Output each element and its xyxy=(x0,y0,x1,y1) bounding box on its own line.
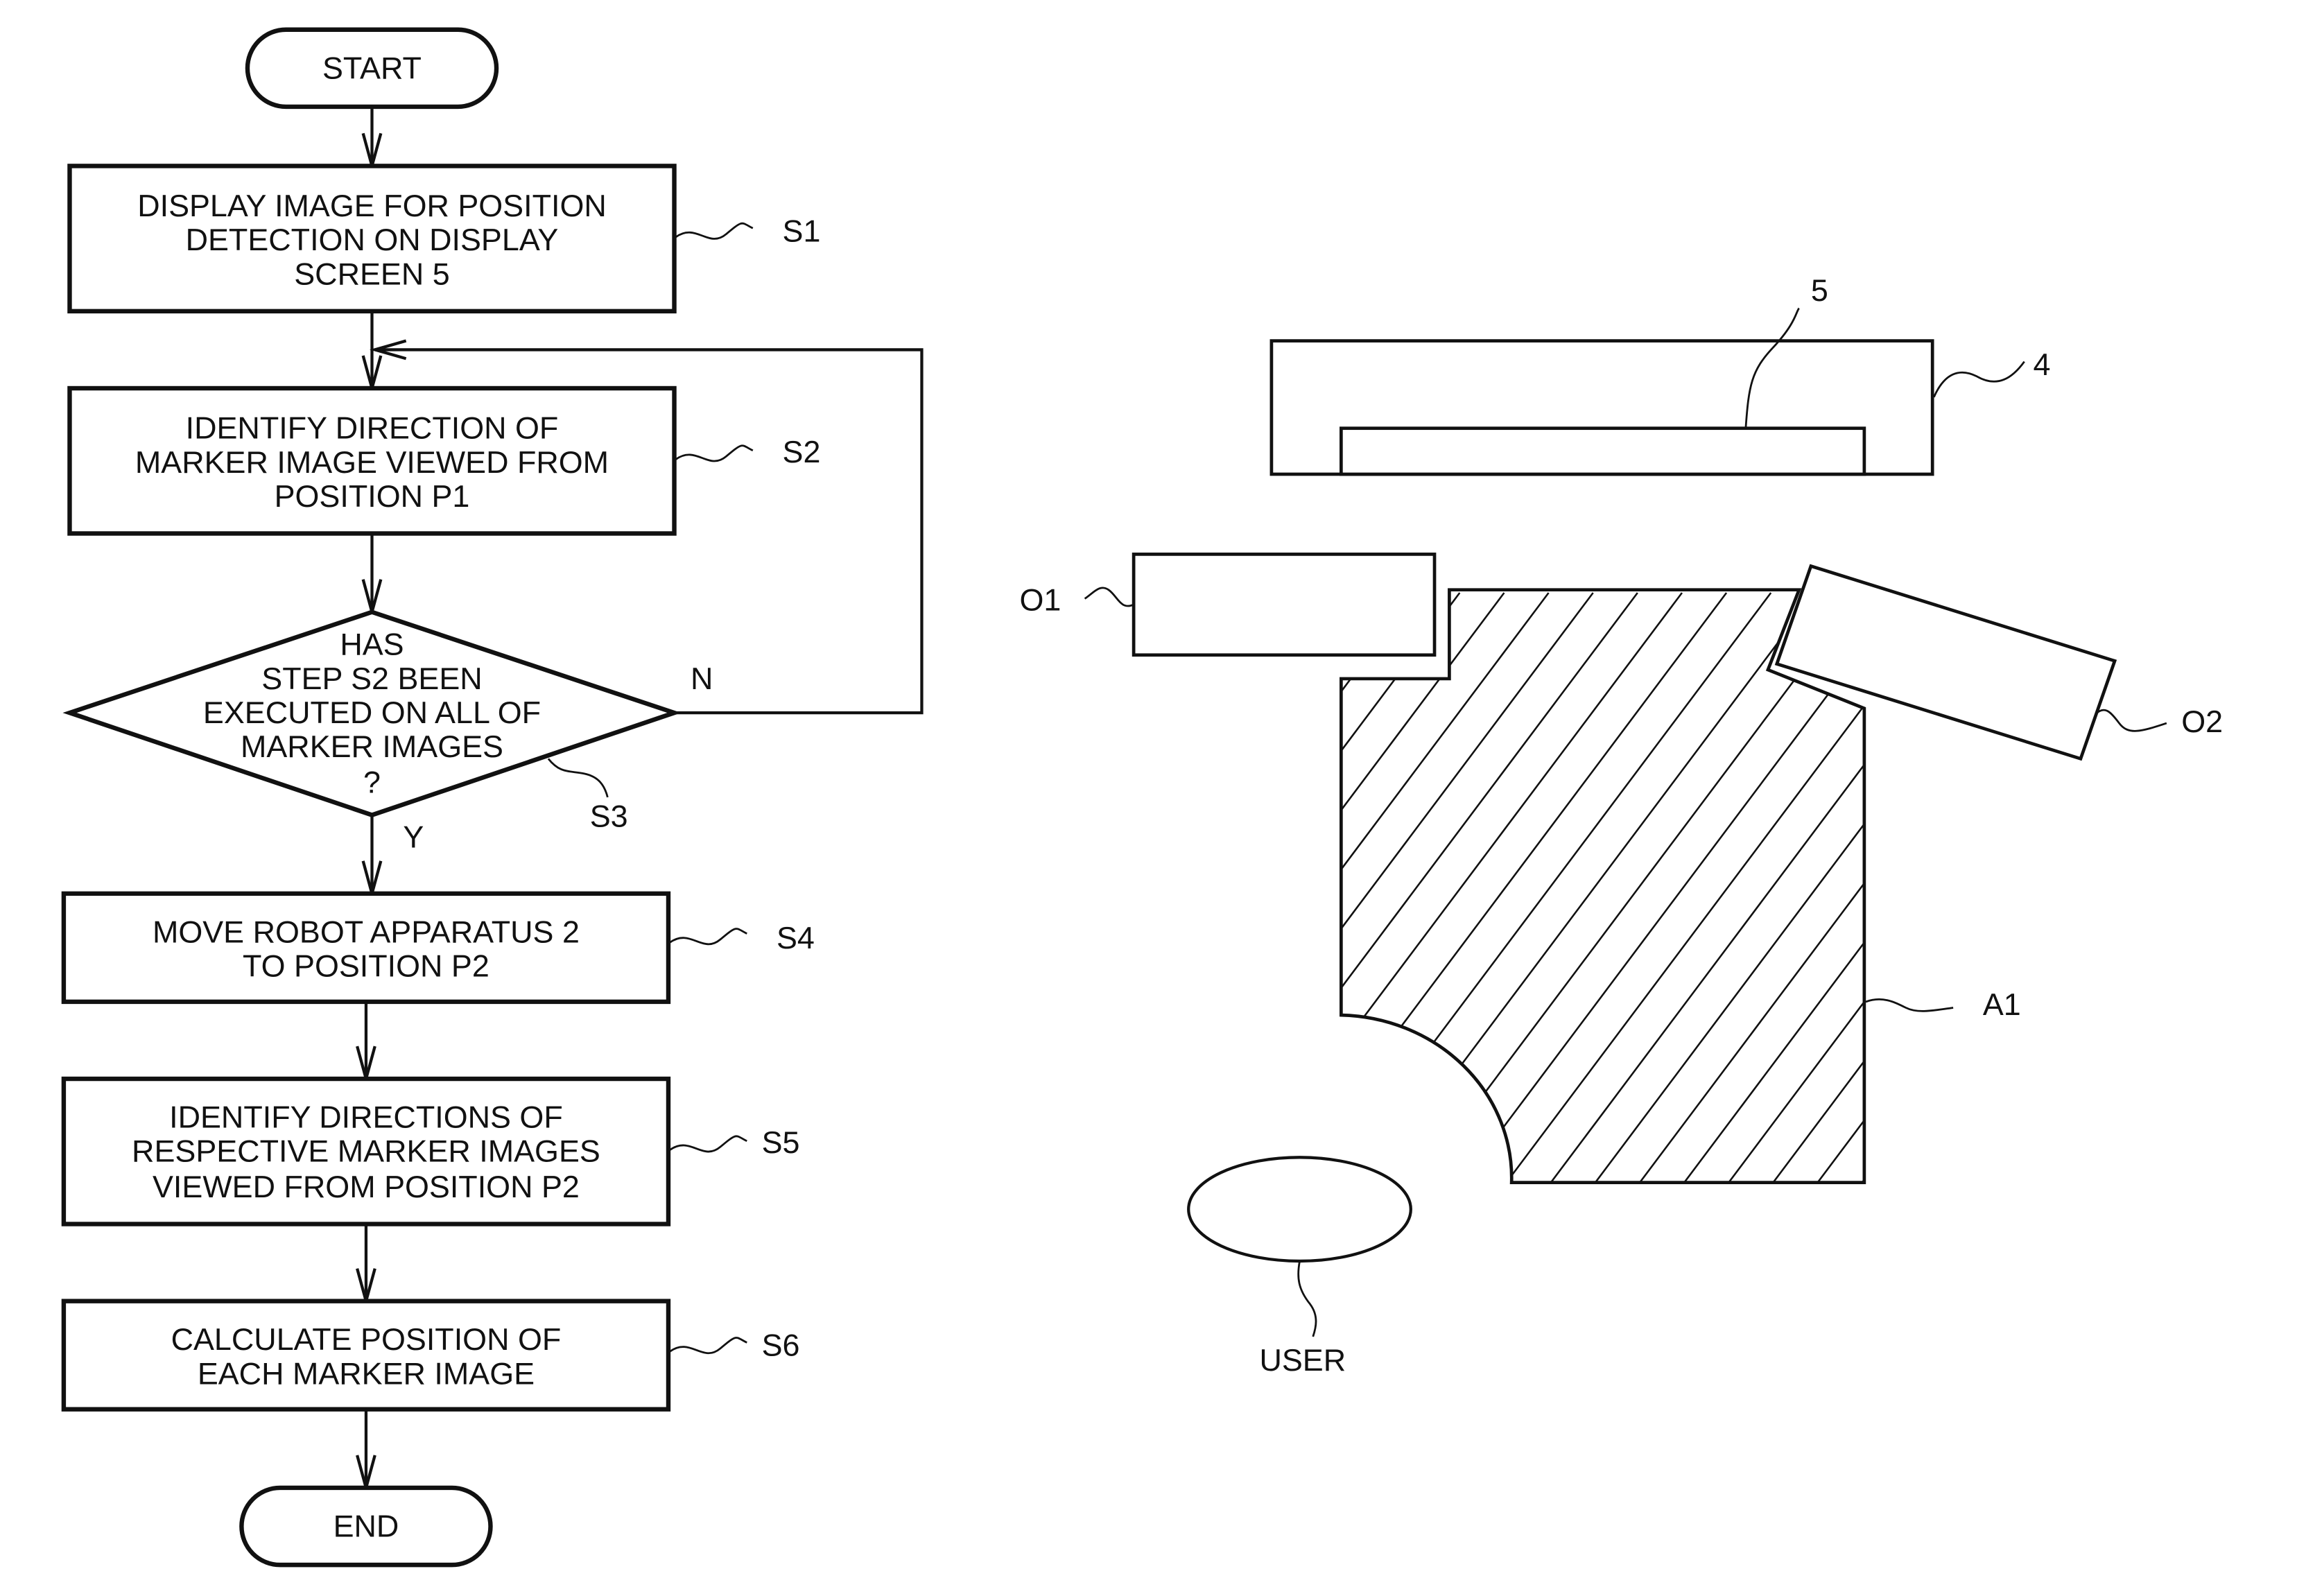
obstacle-o1-label: O1 xyxy=(1020,582,1061,618)
step-s5-line3: VIEWED FROM POSITION P2 xyxy=(153,1169,580,1204)
decision-s3-line1: HAS xyxy=(340,627,404,662)
step-s4-line2: TO POSITION P2 xyxy=(243,948,489,984)
step-s5-id: S5 xyxy=(762,1125,800,1160)
step-s2-id: S2 xyxy=(783,434,821,469)
arrow-s5-s6 xyxy=(356,1224,376,1307)
hatch-line xyxy=(748,593,1193,1186)
start-terminal: START xyxy=(245,27,499,110)
decision-s3-line5: ? xyxy=(363,765,381,800)
screen-5-label: 5 xyxy=(1811,272,1828,308)
obstacle-o1 xyxy=(1132,553,1437,657)
hatch-line xyxy=(838,593,1282,1186)
arrow-s3-s4 xyxy=(361,815,383,899)
step-s5-leader xyxy=(669,1135,747,1153)
decision-s3-id: S3 xyxy=(590,799,628,834)
obstacle-o2-leader xyxy=(2095,709,2167,732)
decision-s3-line3: EXECUTED ON ALL OF xyxy=(203,695,541,730)
step-s6-leader xyxy=(669,1337,747,1355)
patent-figure: START DISPLAY IMAGE FOR POSITION DETECTI… xyxy=(61,27,2224,1568)
step-s2-line1: IDENTIFY DIRECTION OF xyxy=(186,410,559,446)
user-label: USER xyxy=(1259,1342,1346,1378)
step-s6-line1: CALCULATE POSITION OF xyxy=(171,1321,562,1357)
start-label: START xyxy=(322,50,422,85)
area-a1-leader xyxy=(1865,998,1954,1012)
step-s1-leader xyxy=(675,222,754,240)
device-4-leader xyxy=(1933,361,2025,398)
decision-s3-line4: MARKER IMAGES xyxy=(241,729,503,764)
layout-diagram: 5 4 O1 O2 A1 USER xyxy=(748,272,2224,1378)
obstacle-o1-leader xyxy=(1084,587,1134,607)
step-s5-box: IDENTIFY DIRECTIONS OF RESPECTIVE MARKER… xyxy=(61,1076,671,1226)
arrow-s4-s5 xyxy=(356,1001,376,1085)
step-s4-line1: MOVE ROBOT APPARATUS 2 xyxy=(153,914,580,949)
arrow-s6-end xyxy=(356,1409,376,1494)
end-terminal: END xyxy=(239,1485,493,1568)
user-figure xyxy=(1187,1156,1412,1263)
decision-no-label: N xyxy=(691,661,713,696)
step-s1-box: DISPLAY IMAGE FOR POSITION DETECTION ON … xyxy=(67,164,677,314)
step-s2-line2: MARKER IMAGE VIEWED FROM xyxy=(135,444,609,480)
hatch-line xyxy=(882,593,1326,1186)
decision-s3-line2: STEP S2 BEEN xyxy=(261,661,482,696)
step-s5-line1: IDENTIFY DIRECTIONS OF xyxy=(169,1100,563,1135)
hatch-line xyxy=(793,593,1238,1186)
step-s2-line3: POSITION P1 xyxy=(275,478,470,514)
step-s4-id: S4 xyxy=(777,920,815,955)
hatch-line xyxy=(1341,592,1372,1183)
step-s4-box: MOVE ROBOT APPARATUS 2 TO POSITION P2 xyxy=(61,891,671,1005)
area-a1-label: A1 xyxy=(1983,987,2021,1022)
step-s2-box: IDENTIFY DIRECTION OF MARKER IMAGE VIEWE… xyxy=(67,385,677,536)
obstacle-o2-label: O2 xyxy=(2181,704,2223,739)
step-s1-line2: DETECTION ON DISPLAY xyxy=(186,222,559,257)
flowchart: START DISPLAY IMAGE FOR POSITION DETECTI… xyxy=(61,27,924,1568)
arrow-start-s1 xyxy=(361,106,383,172)
step-s2-leader xyxy=(675,444,754,462)
step-s5-line2: RESPECTIVE MARKER IMAGES xyxy=(132,1134,600,1169)
arrow-s2-s3 xyxy=(361,533,383,618)
step-s1-line1: DISPLAY IMAGE FOR POSITION xyxy=(137,188,607,223)
decision-s3-leader xyxy=(547,758,609,798)
end-label: END xyxy=(333,1509,399,1544)
decision-s3: HAS STEP S2 BEEN EXECUTED ON ALL OF MARK… xyxy=(62,609,682,817)
step-s6-id: S6 xyxy=(762,1328,800,1363)
display-screen-5 xyxy=(1340,426,1866,476)
step-s1-line3: SCREEN 5 xyxy=(294,256,449,291)
step-s6-line2: EACH MARKER IMAGE xyxy=(198,1355,535,1391)
decision-yes-label: Y xyxy=(403,819,424,855)
step-s4-leader xyxy=(669,928,747,946)
device-4-label: 4 xyxy=(2034,347,2051,382)
step-s6-box: CALCULATE POSITION OF EACH MARKER IMAGE xyxy=(61,1299,671,1412)
user-leader xyxy=(1297,1260,1317,1337)
step-s1-id: S1 xyxy=(783,213,821,248)
